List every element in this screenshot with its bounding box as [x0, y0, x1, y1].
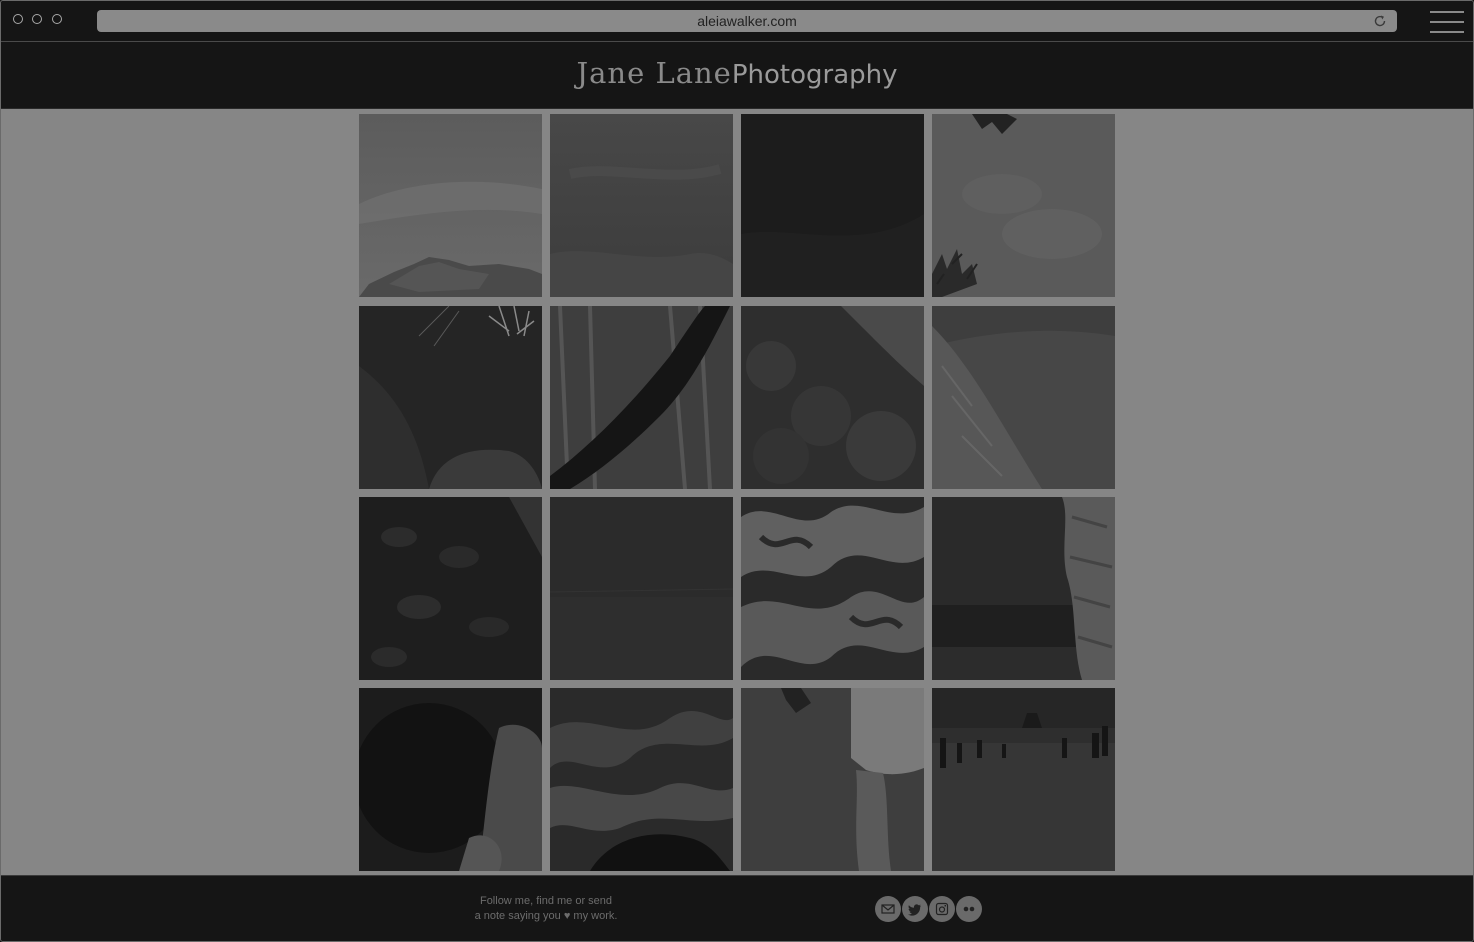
- logo-word: Photography: [731, 60, 898, 90]
- footer-message-line2: a note saying you ♥ my work.: [474, 910, 618, 922]
- gallery-photo-crowded-beach[interactable]: [932, 688, 1115, 871]
- flickr-icon: [963, 906, 975, 912]
- browser-toolbar: aleiawalker.com: [1, 1, 1473, 42]
- mail-icon: [881, 904, 895, 914]
- flickr-button[interactable]: [956, 896, 982, 922]
- window-minimize-dot[interactable]: [32, 14, 42, 24]
- window-close-dot[interactable]: [13, 14, 23, 24]
- gallery-photo-dark-sky[interactable]: [741, 114, 924, 297]
- gallery-photo-waves-rocks[interactable]: [550, 688, 733, 871]
- gallery-photo-sea-horizon[interactable]: [932, 497, 1115, 680]
- gallery-photo-dark-sea[interactable]: [550, 497, 733, 680]
- photo-image: [359, 114, 542, 297]
- photo-image: [550, 114, 733, 297]
- window-maximize-dot[interactable]: [52, 14, 62, 24]
- gallery-photo-water-branches[interactable]: [932, 114, 1115, 297]
- footer-message-line1: Follow me, find me or send: [479, 895, 613, 907]
- hamburger-menu-icon[interactable]: [1430, 10, 1464, 34]
- logo-name: Jane Lane: [576, 56, 732, 90]
- gallery-photo-sky-hill[interactable]: [359, 114, 542, 297]
- footer-message: Follow me, find me or send a note saying…: [441, 894, 651, 924]
- twitter-button[interactable]: [902, 896, 928, 922]
- gallery-photo-tree-trunk[interactable]: [550, 306, 733, 489]
- photo-image: [359, 688, 542, 871]
- photo-image: [932, 114, 1115, 297]
- browser-window: aleiawalker.com Jane LanePhotography Fol…: [0, 0, 1474, 942]
- gallery-photo-jungle-cliff[interactable]: [741, 306, 924, 489]
- site-header: Jane LanePhotography: [1, 42, 1473, 109]
- gallery-photo-person-closeup[interactable]: [359, 688, 542, 871]
- photo-gallery: [1, 109, 1473, 875]
- gallery-photo-rocky-ridge[interactable]: [932, 306, 1115, 489]
- gallery-photo-sparkler-hood[interactable]: [359, 306, 542, 489]
- gallery-photo-foaming-waves[interactable]: [741, 497, 924, 680]
- instagram-button[interactable]: [929, 896, 955, 922]
- photo-image: [741, 114, 924, 297]
- photo-image: [932, 306, 1115, 489]
- photo-image: [741, 688, 924, 871]
- photo-image: [932, 497, 1115, 680]
- site-logo[interactable]: Jane LanePhotography: [1, 56, 1473, 90]
- gallery-photo-legs-beach[interactable]: [741, 688, 924, 871]
- gallery-photo-leafy-plants[interactable]: [359, 497, 542, 680]
- photo-image: [741, 497, 924, 680]
- photo-image: [359, 306, 542, 489]
- mail-button[interactable]: [875, 896, 901, 922]
- twitter-icon: [908, 904, 921, 916]
- photo-image: [550, 688, 733, 871]
- reload-icon[interactable]: [1372, 13, 1388, 29]
- url-text: aleiawalker.com: [697, 13, 797, 29]
- gallery-photo-cloudy-sky[interactable]: [550, 114, 733, 297]
- photo-image: [932, 688, 1115, 871]
- photo-image: [550, 306, 733, 489]
- photo-image: [359, 497, 542, 680]
- photo-image: [741, 306, 924, 489]
- site-footer: Follow me, find me or send a note saying…: [1, 875, 1473, 941]
- instagram-icon: [935, 902, 949, 916]
- address-bar[interactable]: aleiawalker.com: [97, 10, 1397, 32]
- photo-image: [550, 497, 733, 680]
